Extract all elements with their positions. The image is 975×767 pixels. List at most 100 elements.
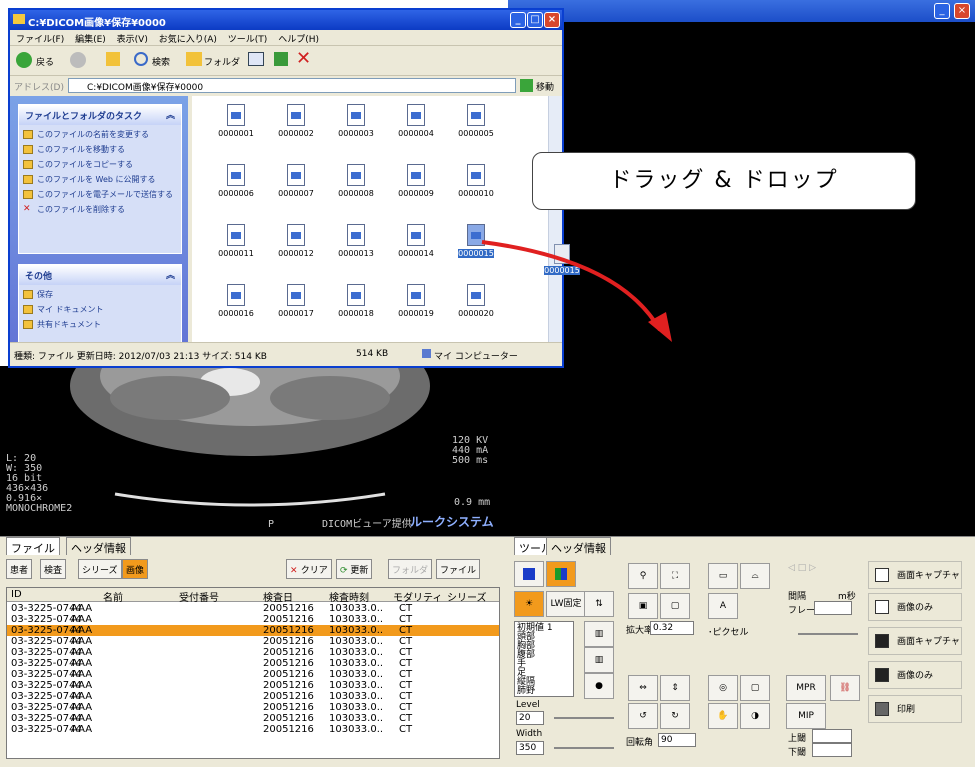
close-button[interactable]: × xyxy=(544,12,560,28)
task-rename[interactable]: このファイルの名前を変更する xyxy=(19,129,181,141)
tab-file[interactable]: ファイル xyxy=(6,537,60,555)
minimize-button[interactable]: _ xyxy=(510,12,526,28)
file-item[interactable]: 0000002 xyxy=(266,104,326,138)
go-button[interactable]: 移動 xyxy=(536,80,554,93)
folder-button[interactable]: フォルダ xyxy=(388,559,433,579)
place-shared-documents[interactable]: 共有ドキュメント xyxy=(19,319,181,331)
place-save[interactable]: 保存 xyxy=(19,289,181,301)
maximize-button[interactable]: □ xyxy=(527,12,543,28)
address-field[interactable]: C:¥DICOM画像¥保存¥0000 xyxy=(68,78,516,93)
frame-field[interactable] xyxy=(814,601,852,615)
screen-capture-save-button[interactable]: 画面キャプチャ xyxy=(868,627,962,655)
pan-up-button[interactable]: ⇕ xyxy=(660,675,690,701)
file-item[interactable]: 0000009 xyxy=(386,164,446,198)
task-publish[interactable]: このファイルを Web に公開する xyxy=(19,174,181,186)
task-copy[interactable]: このファイルをコピーする xyxy=(19,159,181,171)
patient-button[interactable]: 患者 xyxy=(6,559,33,579)
forward-icon[interactable] xyxy=(70,52,86,68)
rect-button[interactable]: ▭ xyxy=(708,563,738,589)
col-name[interactable]: 名前 xyxy=(103,589,123,604)
flip-button[interactable]: ⇅ xyxy=(584,591,614,617)
file-item[interactable]: 0000018 xyxy=(326,284,386,318)
color-wheel-button[interactable]: ● xyxy=(584,673,614,699)
refresh-button[interactable]: ⟳ 更新 xyxy=(336,559,373,579)
roi-rotate-button[interactable]: ◎ xyxy=(708,675,738,701)
col-modality[interactable]: モダリティ xyxy=(393,589,442,604)
brightness-button[interactable]: ☀ xyxy=(514,591,544,617)
task-delete[interactable]: ✕ このファイルを削除する xyxy=(19,204,181,216)
table-row[interactable]: 03-3225-0744 AAA 20051216 103033.0.. CT xyxy=(7,691,499,702)
delete-icon[interactable]: ✕ xyxy=(296,48,311,69)
table-row[interactable]: 03-3225-0744 AAA 20051216 103033.0.. CT xyxy=(7,658,499,669)
roi-button[interactable]: ▢ xyxy=(740,675,770,701)
table-row[interactable]: 03-3225-0744 AAA 20051216 103033.0.. CT xyxy=(7,702,499,713)
file-item[interactable]: 0000001 xyxy=(206,104,266,138)
close-button[interactable]: × xyxy=(954,3,970,19)
place-my-documents[interactable]: マイ ドキュメント xyxy=(19,304,181,316)
actual-size-button[interactable]: ▣ xyxy=(628,593,658,619)
col-study-time[interactable]: 検査時刻 xyxy=(329,589,369,604)
go-icon[interactable] xyxy=(520,79,533,92)
mip-button[interactable]: MIP xyxy=(786,703,826,729)
link-button[interactable]: ⛓ xyxy=(830,675,860,701)
table-row[interactable]: 03-3225-0744 AAA 20051216 103033.0.. CT xyxy=(7,669,499,680)
search-button[interactable]: 検索 xyxy=(152,55,170,68)
collapse-icon[interactable]: ︽ xyxy=(166,108,175,121)
preset-list[interactable]: 初期値 1 頭部 胸部 腹部手足縦隔 肺野 xyxy=(514,621,574,697)
file-item[interactable]: 0000006 xyxy=(206,164,266,198)
file-item[interactable]: 0000013 xyxy=(326,224,386,258)
file-item[interactable]: 0000010 xyxy=(446,164,506,198)
minimize-button[interactable]: _ xyxy=(934,3,950,19)
level-slider[interactable] xyxy=(554,717,614,719)
file-item[interactable]: 0000011 xyxy=(206,224,266,258)
col-series[interactable]: シリーズ xyxy=(447,589,487,604)
file-item[interactable]: 0000017 xyxy=(266,284,326,318)
menu-help[interactable]: ヘルプ(H) xyxy=(278,35,319,45)
table-row[interactable]: 03-3225-0744 AAA 20051216 103033.0.. CT xyxy=(7,625,499,636)
annotation-button[interactable]: A xyxy=(708,593,738,619)
file-item[interactable]: 0000019 xyxy=(386,284,446,318)
table-row[interactable]: 03-3225-0744 AAA 20051216 103033.0.. CT xyxy=(7,614,499,625)
print-button[interactable]: 印刷 xyxy=(868,695,962,723)
fit-button[interactable]: ⛶ xyxy=(660,563,690,589)
up-folder-icon[interactable] xyxy=(106,52,120,66)
invert-button[interactable]: ◑ xyxy=(740,703,770,729)
lw-fixed-button[interactable]: LW固定 xyxy=(546,591,586,617)
col-accession[interactable]: 受付番号 xyxy=(179,589,219,604)
mpr-button[interactable]: MPR xyxy=(786,675,826,701)
file-item[interactable]: 0000004 xyxy=(386,104,446,138)
image-table[interactable]: ID 名前 受付番号 検査日 検査時刻 モダリティ シリーズ 03-3225-0… xyxy=(6,587,500,759)
table-row[interactable]: 03-3225-0744 AAA 20051216 103033.0.. CT xyxy=(7,713,499,724)
menu-edit[interactable]: 編集(E) xyxy=(75,35,106,45)
file-tasks-header[interactable]: ファイルとフォルダのタスク ︽ xyxy=(19,105,181,125)
lower-threshold-field[interactable] xyxy=(812,743,852,757)
menu-favorites[interactable]: お気に入り(A) xyxy=(159,35,217,45)
views-icon[interactable] xyxy=(248,52,264,66)
series-button[interactable]: シリーズ xyxy=(78,559,122,579)
collapse-icon[interactable]: ︽ xyxy=(166,268,175,281)
arc-button[interactable]: ⌓ xyxy=(740,563,770,589)
study-button[interactable]: 検査 xyxy=(40,559,67,579)
image-only-copy-button[interactable]: 画像のみ xyxy=(868,593,962,621)
other-places-header[interactable]: その他 ︽ xyxy=(19,265,181,285)
preset-item[interactable]: 肺野 xyxy=(517,687,571,696)
table-row[interactable]: 03-3225-0744 AAA 20051216 103033.0.. CT xyxy=(7,724,499,735)
menu-view[interactable]: 表示(V) xyxy=(117,35,148,45)
table-row[interactable]: 03-3225-0744 AAA 20051216 103033.0.. CT xyxy=(7,647,499,658)
tab-header-info[interactable]: ヘッダ情報 xyxy=(66,537,131,555)
sync-icon[interactable] xyxy=(274,52,288,66)
file-button[interactable]: ファイル xyxy=(436,559,481,579)
menu-tools[interactable]: ツール(T) xyxy=(228,35,268,45)
layout-1-button[interactable]: ▥ xyxy=(584,621,614,647)
file-item[interactable]: 0000003 xyxy=(326,104,386,138)
width-slider[interactable] xyxy=(554,747,614,749)
image-button[interactable]: 画像 xyxy=(122,559,149,579)
table-row[interactable]: 03-3225-0744 AAA 20051216 103033.0.. CT xyxy=(7,636,499,647)
level-field[interactable]: 20 xyxy=(516,711,544,725)
zoom-button[interactable]: ⚲ xyxy=(628,563,658,589)
layout-2-button[interactable]: ▥ xyxy=(584,647,614,673)
frame-slider[interactable] xyxy=(798,633,858,635)
screen-capture-copy-button[interactable]: 画面キャプチャ xyxy=(868,561,962,589)
file-item[interactable]: 0000008 xyxy=(326,164,386,198)
file-item[interactable]: 0000007 xyxy=(266,164,326,198)
